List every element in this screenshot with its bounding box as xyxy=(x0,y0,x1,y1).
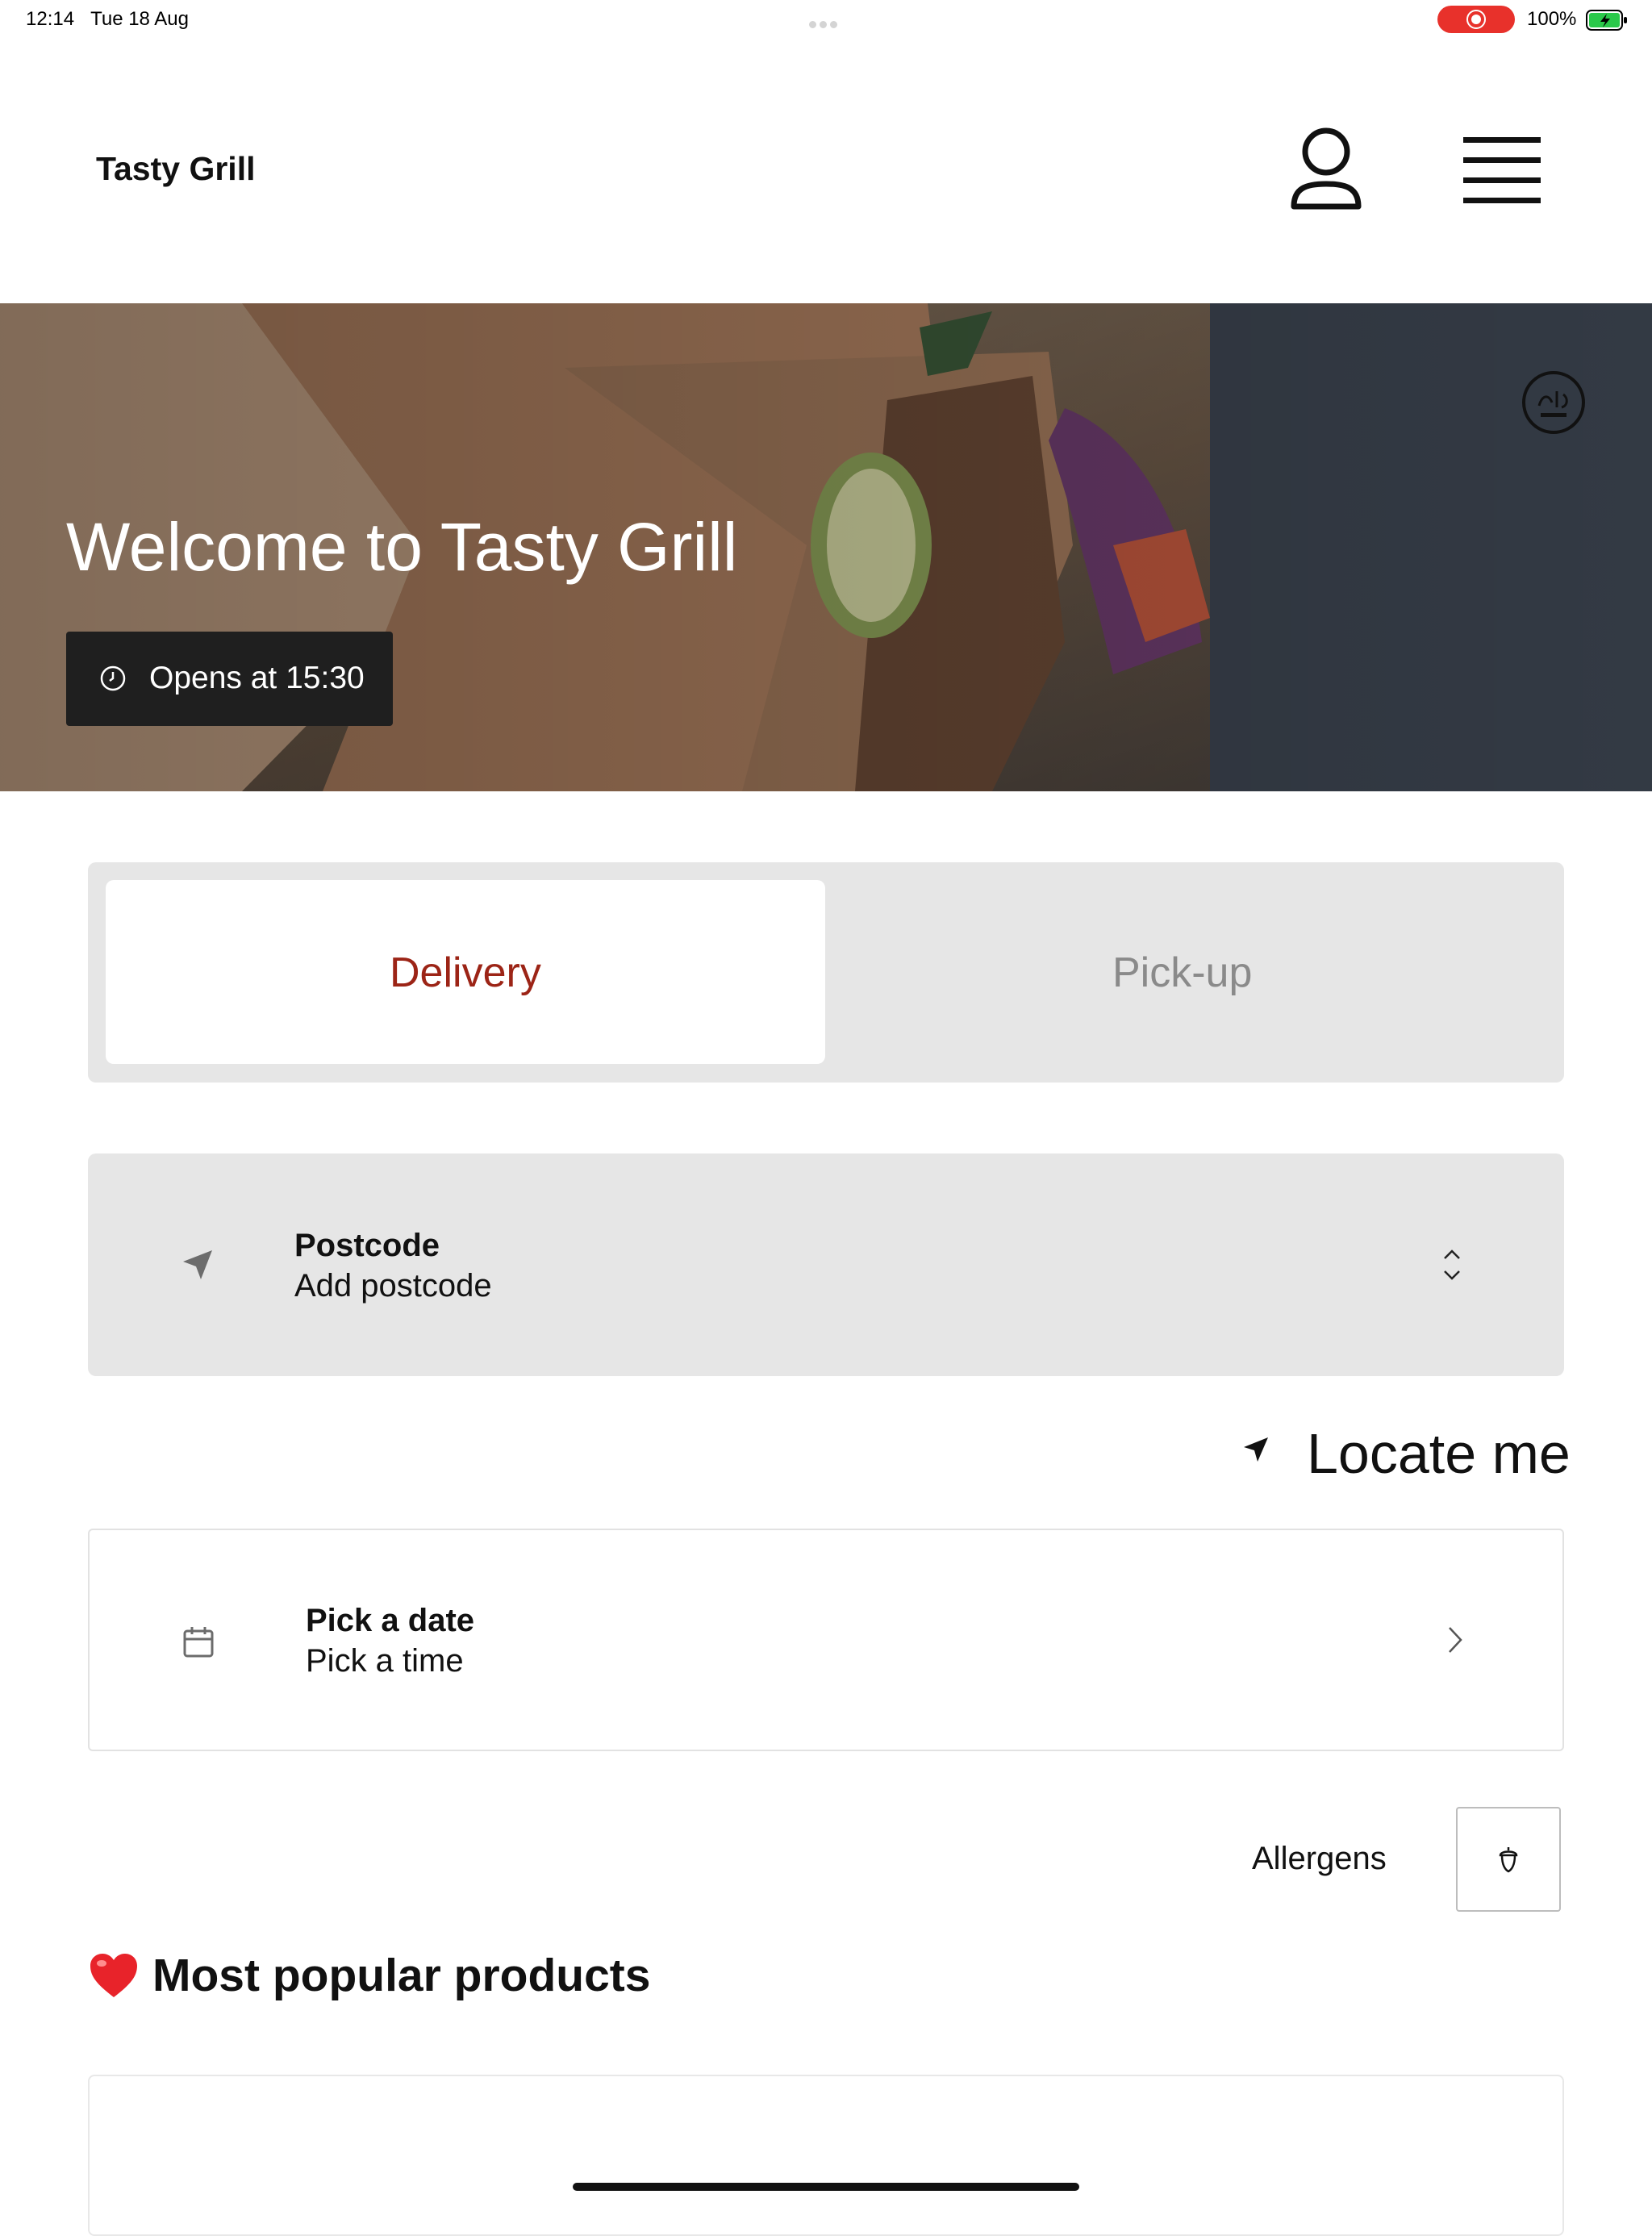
popular-products-heading: Most popular products xyxy=(152,1950,651,2001)
home-indicator[interactable] xyxy=(573,2183,1079,2191)
user-icon[interactable] xyxy=(1289,126,1363,219)
opening-hours-text: Opens at 15:30 xyxy=(149,661,365,695)
calendar-icon xyxy=(183,1627,214,1658)
acorn-icon xyxy=(1499,1847,1518,1873)
order-mode-toggle: Delivery Pick-up xyxy=(88,862,1564,1083)
location-arrow-icon[interactable] xyxy=(1242,1436,1270,1467)
screen-recording-indicator[interactable] xyxy=(1437,6,1515,33)
allergens-button[interactable] xyxy=(1456,1807,1561,1912)
status-time: 12:14 Tue 18 Aug xyxy=(26,8,189,30)
chevron-right-icon[interactable] xyxy=(1447,1625,1463,1654)
locate-me-button[interactable]: Locate me xyxy=(1307,1421,1571,1486)
delivery-option-label[interactable]: Delivery xyxy=(390,949,541,997)
restaurant-name[interactable]: Tasty Grill xyxy=(96,150,255,188)
hamburger-menu-icon[interactable] xyxy=(1462,136,1542,209)
location-arrow-icon xyxy=(183,1250,212,1279)
chevron-up-down-icon[interactable] xyxy=(1442,1247,1462,1283)
welcome-heading: Welcome to Tasty Grill xyxy=(66,509,738,585)
allergens-label[interactable]: Allergens xyxy=(1252,1841,1387,1877)
postcode-placeholder[interactable]: Add postcode xyxy=(294,1268,492,1304)
heart-icon xyxy=(89,1952,139,2003)
halal-badge-icon xyxy=(1521,370,1586,439)
opening-hours-badge: Opens at 15:30 xyxy=(66,632,393,726)
battery-percentage: 100% xyxy=(1527,8,1577,30)
multitask-dots[interactable] xyxy=(809,18,843,28)
pick-date-label: Pick a date xyxy=(306,1603,475,1638)
battery-charging-icon xyxy=(1586,9,1628,35)
postcode-label: Postcode xyxy=(294,1228,440,1263)
pickup-option[interactable]: Pick-up xyxy=(1112,949,1252,997)
postcode-selector[interactable]: Postcode Add postcode xyxy=(88,1153,1564,1376)
pick-time-label: Pick a time xyxy=(306,1643,464,1679)
clock-icon xyxy=(100,665,126,691)
product-card[interactable] xyxy=(88,2075,1564,2236)
date-time-picker[interactable]: Pick a date Pick a time xyxy=(88,1529,1564,1751)
